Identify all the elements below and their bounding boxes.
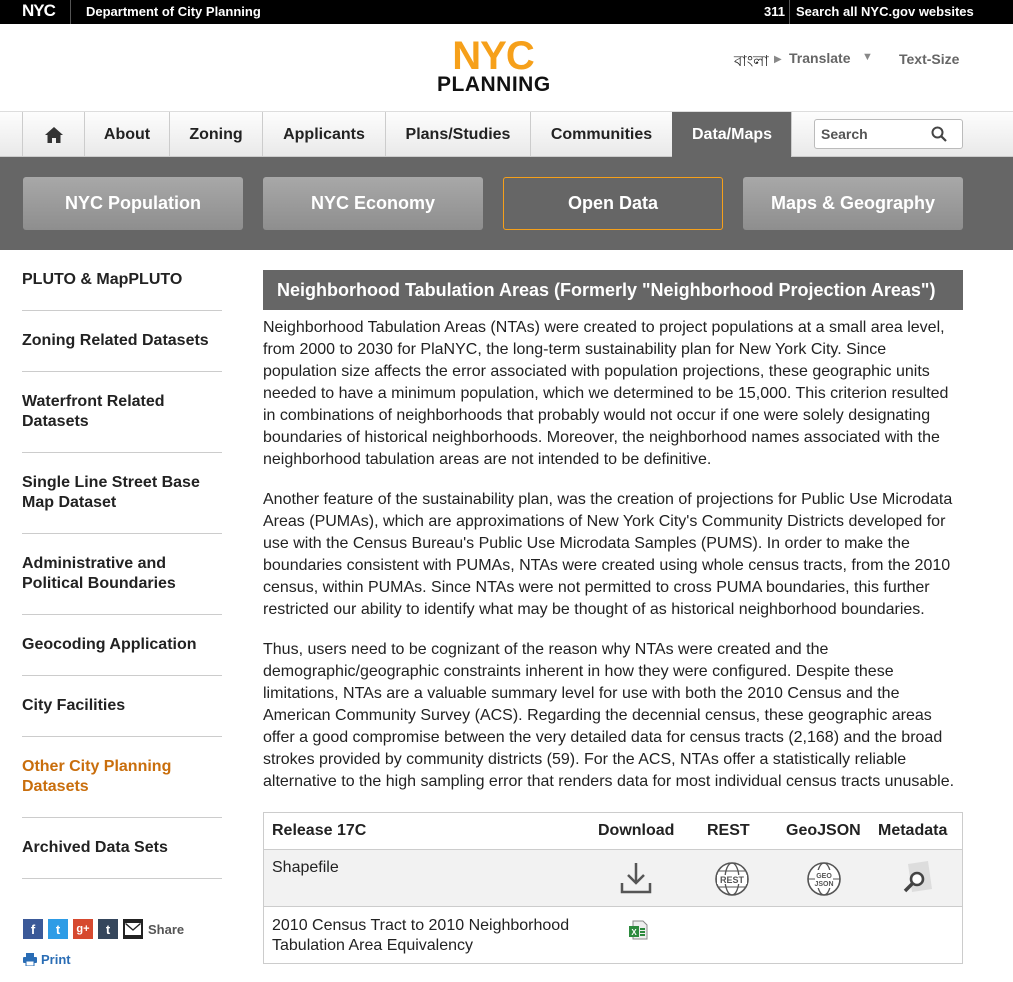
translate-link[interactable]: Translate	[789, 50, 850, 66]
nyc-planning-logo[interactable]: NYC PLANNING	[437, 34, 551, 98]
sidebar-item-admin-boundaries[interactable]: Administrative and Political Boundaries	[22, 554, 192, 594]
paragraph: Another feature of the sustainability pl…	[263, 491, 953, 618]
google-plus-icon[interactable]: g+	[73, 919, 93, 939]
share-label[interactable]: Share	[148, 922, 184, 937]
divider	[22, 310, 222, 311]
rest-text: REST	[720, 875, 745, 885]
language-selector[interactable]: বাংলা	[734, 50, 769, 75]
subnav-maps-geography[interactable]: Maps & Geography	[743, 177, 963, 230]
envelope-icon	[125, 923, 141, 935]
nav-label: Communities	[550, 125, 653, 143]
col-header-download: Download	[598, 822, 675, 839]
divider	[22, 371, 222, 372]
agency-name[interactable]: Department of City Planning	[86, 4, 261, 19]
subnav-label: Maps & Geography	[770, 193, 936, 213]
svg-text:X: X	[631, 928, 637, 937]
divider	[22, 736, 222, 737]
nav-label: Applicants	[283, 125, 365, 143]
data-release-table: Release 17C Download REST GeoJSON Metada…	[263, 812, 963, 964]
nav-label: About	[103, 125, 151, 143]
table-header: Release 17C Download REST GeoJSON Metada…	[264, 813, 962, 850]
nav-home[interactable]	[22, 112, 84, 157]
email-icon[interactable]	[123, 919, 143, 939]
download-icon[interactable]	[619, 861, 653, 895]
sidebar-item-archived[interactable]: Archived Data Sets	[22, 838, 222, 858]
link-311[interactable]: 311	[764, 4, 785, 19]
excel-file-icon[interactable]: X	[628, 920, 648, 940]
svg-text:GEO: GEO	[816, 873, 832, 880]
search-all-nycgov-link[interactable]: Search all NYC.gov websites	[796, 4, 974, 19]
twitter-icon[interactable]: t	[48, 919, 68, 939]
divider	[22, 817, 222, 818]
nav-zoning[interactable]: Zoning	[169, 112, 262, 157]
subnav-label: NYC Population	[65, 193, 201, 213]
sidebar-item-other-datasets[interactable]: Other City Planning Datasets	[22, 757, 182, 797]
nav-label: Data/Maps	[691, 125, 773, 143]
divider	[789, 0, 790, 24]
nav-data-maps[interactable]: Data/Maps	[672, 112, 791, 157]
sidebar-item-geocoding[interactable]: Geocoding Application	[22, 635, 222, 655]
paragraph: Thus, users need to be cognizant of the …	[263, 641, 955, 790]
search-icon[interactable]	[931, 126, 947, 142]
home-icon	[44, 126, 63, 143]
metadata-magnifier-icon[interactable]	[900, 861, 934, 897]
divider	[22, 878, 222, 879]
table-row: Shapefile REST GEO JSON	[264, 850, 962, 907]
chevron-down-icon[interactable]: ▼	[862, 51, 873, 63]
sidebar-item-street-base-map[interactable]: Single Line Street Base Map Dataset	[22, 473, 212, 513]
subnav-nyc-economy[interactable]: NYC Economy	[263, 177, 483, 230]
main-nav: About Zoning Applicants Plans/Studies Co…	[0, 112, 1013, 157]
page-title: Neighborhood Tabulation Areas (Formerly …	[263, 270, 963, 310]
row-name: 2010 Census Tract to 2010 Neighborhood T…	[272, 917, 570, 954]
sidebar-item-waterfront-datasets[interactable]: Waterfront Related Datasets	[22, 392, 192, 432]
nav-label: Plans/Studies	[405, 125, 511, 143]
nav-plans-studies[interactable]: Plans/Studies	[385, 112, 530, 157]
subnav-label: Open Data	[567, 193, 659, 213]
col-header-release: Release 17C	[272, 822, 367, 839]
table-row: 2010 Census Tract to 2010 Neighborhood T…	[264, 907, 962, 963]
subnav-open-data[interactable]: Open Data	[503, 177, 723, 230]
search-input[interactable]: Search	[814, 119, 963, 149]
subnav-label: NYC Economy	[310, 193, 436, 213]
section-subnav: NYC Population NYC Economy Open Data Map…	[0, 157, 1013, 250]
nav-about[interactable]: About	[84, 112, 169, 157]
logo-line2: PLANNING	[437, 73, 551, 96]
top-bar: NYC Department of City Planning 311 Sear…	[0, 0, 1013, 24]
subnav-nyc-population[interactable]: NYC Population	[23, 177, 243, 230]
logo-line1: NYC	[452, 34, 534, 78]
text-size-link[interactable]: Text-Size	[899, 51, 959, 67]
search-placeholder: Search	[821, 126, 868, 142]
nav-communities[interactable]: Communities	[530, 112, 672, 157]
sidebar-item-pluto[interactable]: PLUTO & MapPLUTO	[22, 270, 222, 290]
col-header-metadata: Metadata	[878, 822, 948, 839]
nyc-gov-logo[interactable]: NYC	[22, 1, 56, 20]
caret-right-icon: ▶	[774, 54, 782, 65]
divider	[791, 112, 792, 157]
sidebar-item-zoning-datasets[interactable]: Zoning Related Datasets	[22, 331, 222, 351]
svg-text:JSON: JSON	[814, 881, 833, 888]
facebook-icon[interactable]: f	[23, 919, 43, 939]
printer-icon	[23, 953, 37, 966]
row-name: Shapefile	[272, 859, 339, 876]
col-header-rest: REST	[707, 822, 750, 839]
nav-label: Zoning	[189, 125, 243, 143]
tumblr-icon[interactable]: t	[98, 919, 118, 939]
col-header-geojson: GeoJSON	[786, 822, 861, 839]
divider	[22, 675, 222, 676]
site-header: NYC PLANNING বাংলা ▶ Translate ▼ Text-Si…	[0, 24, 1013, 112]
sidebar-item-city-facilities[interactable]: City Facilities	[22, 696, 222, 716]
nav-applicants[interactable]: Applicants	[262, 112, 385, 157]
divider	[22, 533, 222, 534]
geojson-globe-icon[interactable]: GEO JSON	[806, 861, 842, 897]
divider	[70, 0, 71, 24]
divider	[22, 614, 222, 615]
rest-globe-icon[interactable]: REST	[714, 861, 750, 897]
divider	[22, 452, 222, 453]
print-label: Print	[41, 952, 71, 967]
paragraph: Neighborhood Tabulation Areas (NTAs) wer…	[263, 319, 949, 468]
